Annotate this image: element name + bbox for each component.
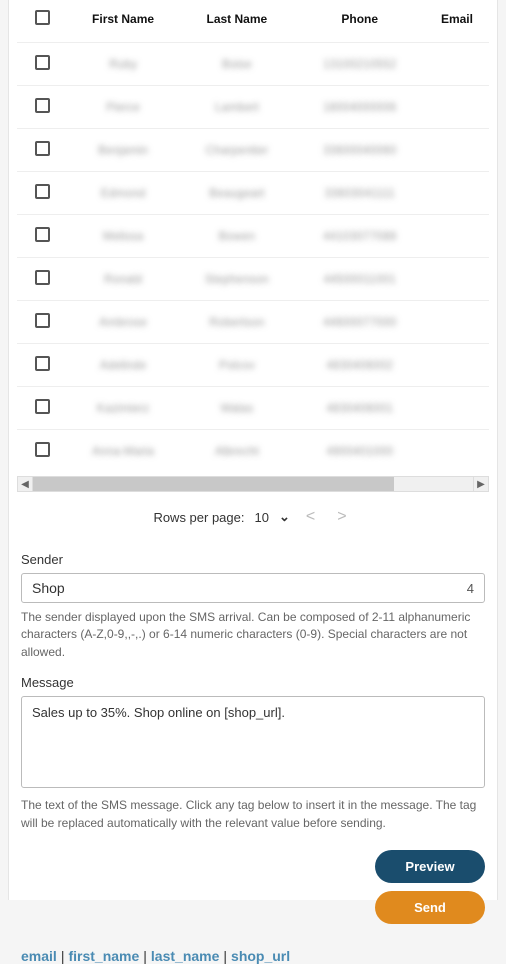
table-row: Edmond Beaugeart 33603041111 bbox=[17, 172, 489, 215]
page-next-icon[interactable]: > bbox=[331, 508, 352, 526]
cell-last-name: Charpentier bbox=[205, 143, 268, 157]
cell-phone: 44500011001 bbox=[323, 272, 396, 286]
row-checkbox[interactable] bbox=[35, 184, 50, 199]
cell-phone: 44103077088 bbox=[323, 229, 396, 243]
pagination: Rows per page: 10 ⌄ < > bbox=[17, 492, 489, 544]
cell-first-name: Ruby bbox=[109, 57, 137, 71]
table-row: Pierce Lambert 18004000006 bbox=[17, 86, 489, 129]
rows-per-page-label: Rows per page: bbox=[153, 510, 244, 525]
row-checkbox[interactable] bbox=[35, 442, 50, 457]
tag-separator: | bbox=[143, 948, 147, 964]
col-first-name: First Name bbox=[67, 0, 179, 43]
cell-last-name: Walas bbox=[220, 401, 253, 415]
tag-first_name[interactable]: first_name bbox=[68, 948, 139, 964]
cell-last-name: Stephenson bbox=[205, 272, 269, 286]
cell-phone: 4830406001 bbox=[326, 401, 393, 415]
row-checkbox[interactable] bbox=[35, 227, 50, 242]
cell-phone: 33600040060 bbox=[323, 143, 396, 157]
cell-last-name: Lambert bbox=[215, 100, 259, 114]
col-email: Email bbox=[425, 0, 489, 43]
row-checkbox[interactable] bbox=[35, 55, 50, 70]
horizontal-scrollbar[interactable]: ◀ ▶ bbox=[17, 476, 489, 492]
cell-last-name: Albrecht bbox=[215, 444, 259, 458]
cell-last-name: Boise bbox=[222, 57, 252, 71]
row-checkbox[interactable] bbox=[35, 313, 50, 328]
table-row: Adelinde Polcov 4830406002 bbox=[17, 344, 489, 387]
scroll-left-icon[interactable]: ◀ bbox=[17, 476, 33, 492]
table-row: Ambrose Robertson 44600077000 bbox=[17, 301, 489, 344]
rows-per-page-dropdown[interactable]: ⌄ bbox=[279, 509, 290, 525]
cell-last-name: Polcov bbox=[219, 358, 255, 372]
recipients-table: First Name Last Name Phone Email Ruby Boi… bbox=[17, 0, 489, 472]
cell-phone: 33603041111 bbox=[324, 186, 395, 200]
cell-phone: 18004000006 bbox=[323, 100, 396, 114]
table-row: Melissa Bowen 44103077088 bbox=[17, 215, 489, 258]
sender-counter: 4 bbox=[467, 581, 474, 596]
sender-helper: The sender displayed upon the SMS arriva… bbox=[21, 609, 485, 661]
tag-list: email|first_name|last_name|shop_url bbox=[17, 948, 489, 964]
scrollbar-thumb[interactable] bbox=[33, 477, 394, 491]
cell-first-name: Anna-Maria bbox=[92, 444, 154, 458]
sender-label: Sender bbox=[21, 552, 485, 567]
table-row: Ruby Boise 13100210552 bbox=[17, 43, 489, 86]
row-checkbox[interactable] bbox=[35, 98, 50, 113]
cell-phone: 4900401000 bbox=[326, 444, 393, 458]
cell-first-name: Edmond bbox=[101, 186, 146, 200]
cell-first-name: Adelinde bbox=[100, 358, 147, 372]
col-phone: Phone bbox=[295, 0, 425, 43]
tag-shop_url[interactable]: shop_url bbox=[231, 948, 290, 964]
send-button[interactable]: Send bbox=[375, 891, 485, 924]
table-row: Kazimierz Walas 4830406001 bbox=[17, 387, 489, 430]
cell-first-name: Ambrose bbox=[99, 315, 147, 329]
cell-first-name: Pierce bbox=[106, 100, 140, 114]
col-last-name: Last Name bbox=[179, 0, 294, 43]
table-row: Ronald Stephenson 44500011001 bbox=[17, 258, 489, 301]
tag-separator: | bbox=[223, 948, 227, 964]
cell-last-name: Beaugeart bbox=[209, 186, 264, 200]
message-textarea[interactable] bbox=[21, 696, 485, 788]
sender-input[interactable] bbox=[32, 580, 467, 596]
preview-button[interactable]: Preview bbox=[375, 850, 485, 883]
cell-last-name: Bowen bbox=[218, 229, 255, 243]
cell-first-name: Melissa bbox=[103, 229, 144, 243]
cell-phone: 13100210552 bbox=[323, 57, 396, 71]
message-label: Message bbox=[21, 675, 485, 690]
tag-last_name[interactable]: last_name bbox=[151, 948, 219, 964]
tag-email[interactable]: email bbox=[21, 948, 57, 964]
tag-separator: | bbox=[61, 948, 65, 964]
cell-phone: 4830406002 bbox=[326, 358, 393, 372]
row-checkbox[interactable] bbox=[35, 270, 50, 285]
cell-first-name: Ronald bbox=[104, 272, 142, 286]
row-checkbox[interactable] bbox=[35, 141, 50, 156]
cell-first-name: Kazimierz bbox=[97, 401, 150, 415]
scroll-right-icon[interactable]: ▶ bbox=[473, 476, 489, 492]
table-row: Anna-Maria Albrecht 4900401000 bbox=[17, 430, 489, 473]
cell-phone: 44600077000 bbox=[323, 315, 396, 329]
message-helper: The text of the SMS message. Click any t… bbox=[21, 797, 485, 832]
rows-per-page-value: 10 bbox=[255, 510, 269, 525]
table-row: Benjamin Charpentier 33600040060 bbox=[17, 129, 489, 172]
cell-first-name: Benjamin bbox=[98, 143, 148, 157]
row-checkbox[interactable] bbox=[35, 399, 50, 414]
page-prev-icon[interactable]: < bbox=[300, 508, 321, 526]
select-all-checkbox[interactable] bbox=[35, 10, 50, 25]
cell-last-name: Robertson bbox=[209, 315, 264, 329]
row-checkbox[interactable] bbox=[35, 356, 50, 371]
